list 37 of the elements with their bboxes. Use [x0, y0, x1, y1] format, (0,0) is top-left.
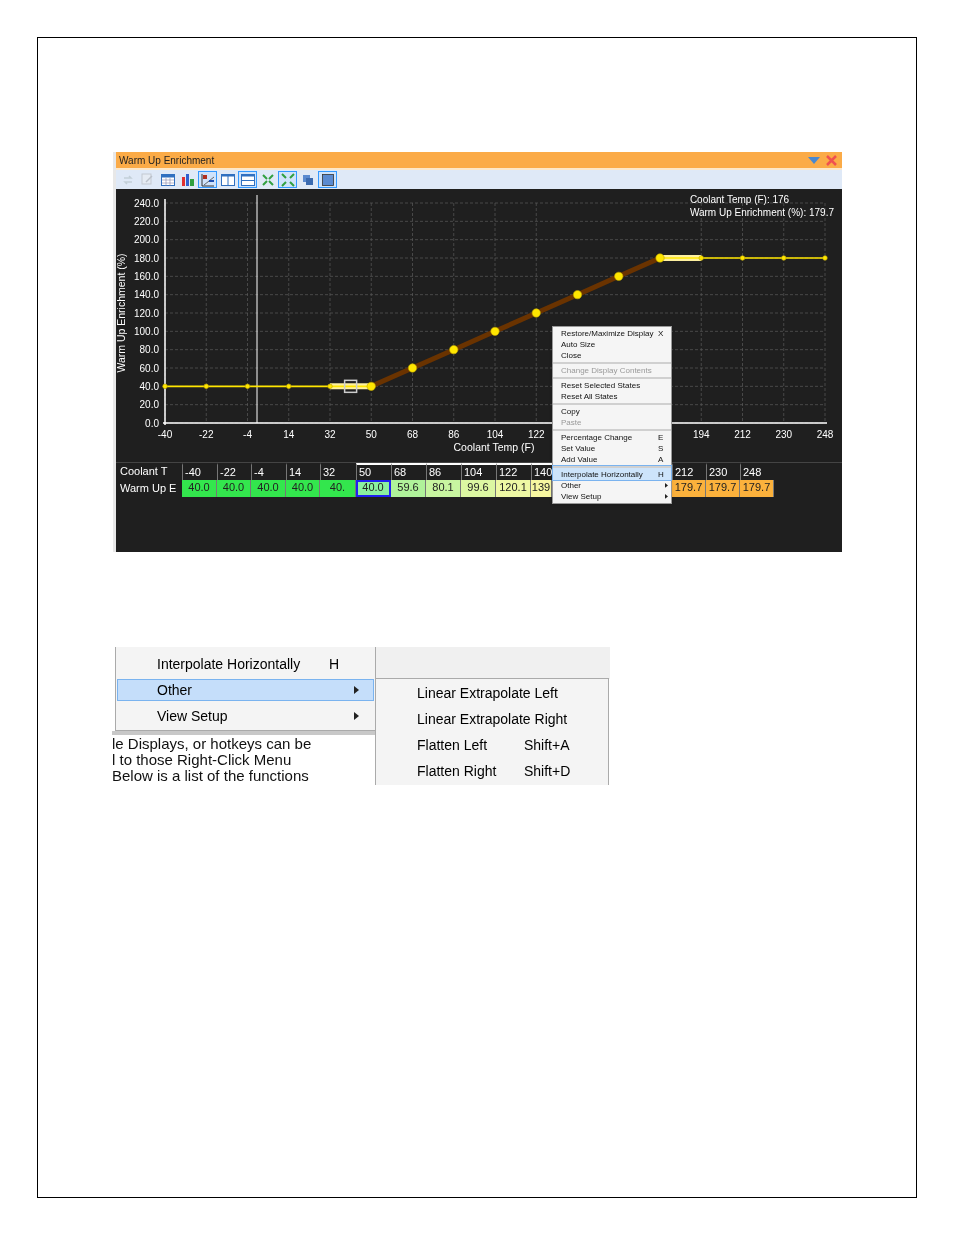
row-header: Coolant T: [119, 464, 169, 479]
y-tick-label: 60.0: [139, 362, 159, 374]
y-tick-label: 100.0: [133, 325, 159, 337]
y-tick-label: 120.0: [133, 307, 159, 319]
window-title: Warm Up Enrichment: [119, 153, 216, 168]
y-tick-label: 140.0: [133, 289, 159, 301]
x-tick-label: 104: [486, 429, 504, 440]
y-tick-label: 40.0: [139, 380, 159, 392]
x-tick-label: 230: [775, 429, 793, 440]
x-axis-title: Coolant Temp (F): [453, 441, 535, 453]
x-tick-label: 248: [816, 429, 834, 440]
y-axis-title: Warm Up Enrichment (%): [116, 253, 127, 373]
x-tick-label: 50: [365, 429, 377, 440]
document-text: l to those Right-Click Menu: [112, 752, 293, 768]
readout-text: Warm Up Enrichment (%): 179.7: [689, 206, 834, 219]
y-tick-label: 240.0: [133, 197, 159, 209]
row-header: Warm Up E: [119, 481, 178, 496]
x-tick-label: -4: [243, 429, 252, 440]
document-text: le Displays, or hotkeys can be: [112, 736, 313, 752]
x-tick-label: 212: [734, 429, 751, 440]
x-tick-label: 86: [448, 429, 460, 440]
y-tick-label: 200.0: [133, 234, 159, 246]
y-tick-label: 20.0: [139, 399, 159, 411]
x-tick-label: 194: [692, 429, 710, 440]
document-text: Below is a list of the functions: [112, 768, 310, 784]
y-tick-label: 80.0: [139, 344, 159, 356]
x-tick-label: 32: [324, 429, 336, 440]
x-tick-label: -22: [199, 429, 214, 440]
y-tick-label: 160.0: [133, 270, 159, 282]
y-tick-label: 180.0: [133, 252, 159, 264]
x-tick-label: 122: [527, 429, 545, 440]
x-tick-label: 14: [283, 429, 295, 440]
x-tick-label: -40: [157, 429, 173, 440]
x-tick-label: 68: [406, 429, 419, 440]
y-tick-label: 0.0: [145, 417, 159, 429]
readout-text: Coolant Temp (F): 176: [689, 193, 791, 206]
y-tick-label: 220.0: [133, 215, 159, 227]
